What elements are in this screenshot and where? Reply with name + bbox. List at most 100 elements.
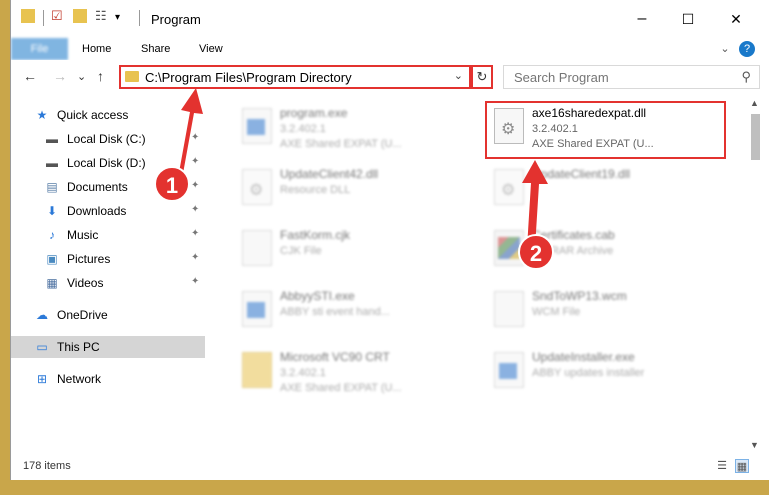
minimize-button[interactable]: – — [619, 0, 665, 38]
folder-icon — [125, 71, 139, 82]
file-item[interactable]: Certificates.cab WinRAR Archive — [478, 222, 718, 278]
file-item[interactable]: ⚙ UpdateClient19.dll — [478, 161, 718, 217]
sidebar-item-label: Local Disk (D:) — [67, 156, 146, 170]
network-icon: ⊞ — [36, 372, 48, 386]
file-item[interactable]: Microsoft VC90 CRT 3.2.402.1 AXE Shared EX… — [226, 344, 466, 400]
sidebar-item-network[interactable]: ⊞ Network — [11, 368, 205, 390]
pin-icon[interactable]: ✦ — [191, 132, 199, 143]
file-name: SndToWP13.wcm — [532, 289, 627, 303]
file-item[interactable]: AbbyySTI.exe ABBY sti event hand... — [226, 283, 466, 339]
file-item[interactable]: FastKorm.cjk CJK File — [226, 222, 466, 278]
scroll-down-icon[interactable]: ▼ — [750, 440, 759, 450]
file-item[interactable]: UpdateInstaller.exe ABBY updates installe… — [478, 344, 718, 400]
navigation-pane: ★ Quick access ▬ Local Disk (C:) ✦ ▬ Local Dis… — [11, 94, 205, 454]
sidebar-item-this-pc[interactable]: ▭ This PC — [11, 336, 205, 358]
details-view-icon[interactable]: ☰ — [715, 459, 729, 473]
forward-button[interactable]: → — [53, 68, 67, 84]
expand-ribbon-icon[interactable]: ⌄ — [717, 41, 733, 57]
file-name: FastKorm.cjk — [280, 228, 351, 242]
tab-home[interactable]: Home — [82, 38, 111, 60]
sidebar-item-onedrive[interactable]: ☁ OneDrive — [11, 304, 205, 326]
download-icon: ⬇ — [46, 204, 58, 218]
documents-icon: ▤ — [46, 180, 58, 194]
explorer-window: ☑ ☷ ▾ Program – ☐ ✕ File Home Share View… — [10, 0, 769, 480]
file-detail-2: ABBY sti event hand... — [280, 306, 390, 318]
tab-view[interactable]: View — [199, 38, 223, 60]
pin-icon[interactable]: ✦ — [191, 252, 199, 263]
file-detail-2: 3.2.402.1 — [280, 123, 326, 135]
pin-icon[interactable]: ✦ — [191, 180, 199, 191]
file-detail-2: Resource DLL — [280, 184, 351, 196]
pin-icon[interactable]: ✦ — [191, 156, 199, 167]
gear-icon: ⚙ — [249, 182, 264, 199]
recent-locations-button[interactable]: ⌄ — [77, 70, 86, 83]
address-dropdown-icon[interactable]: ⌄ — [454, 69, 463, 82]
file-item[interactable]: SndToWP13.wcm WCM File — [478, 283, 718, 339]
sidebar-item-quick-access[interactable]: ★ Quick access — [11, 104, 205, 126]
customize-toolbar-button[interactable]: ▾ — [115, 12, 120, 23]
scroll-up-icon[interactable]: ▲ — [750, 98, 759, 108]
address-path[interactable]: C:\Program Files\Program Directory — [145, 70, 352, 85]
rename-icon[interactable]: ☷ — [95, 8, 107, 24]
sidebar-item-videos[interactable]: ▦ Videos ✦ — [11, 272, 205, 294]
file-icon — [494, 291, 524, 327]
ribbon-tabs: File Home Share View ⌄ ? — [11, 38, 769, 61]
file-detail-2: 3.2.402.1 — [280, 367, 326, 379]
new-folder-icon[interactable] — [73, 9, 87, 23]
properties-icon[interactable]: ☑ — [51, 8, 63, 24]
status-bar: 178 items ☰ ▦ — [11, 454, 769, 480]
step-badge-1: 1 — [154, 166, 190, 202]
close-button[interactable]: ✕ — [713, 0, 759, 38]
title-bar: ☑ ☷ ▾ Program – ☐ ✕ — [11, 0, 769, 38]
gear-icon: ⚙ — [501, 182, 516, 199]
file-detail-2: ABBY updates installer — [532, 367, 645, 379]
file-detail-3: AXE Shared EXPAT (U... — [280, 138, 402, 150]
window-title: Program — [151, 12, 201, 27]
sidebar-item-music[interactable]: ♪ Music ✦ — [11, 224, 205, 246]
up-button[interactable]: ↑ — [97, 68, 104, 84]
back-button[interactable]: ← — [23, 68, 37, 84]
tab-file[interactable]: File — [11, 38, 68, 60]
pin-icon[interactable]: ✦ — [191, 228, 199, 239]
drive-icon: ▬ — [46, 132, 58, 146]
folder-icon — [21, 9, 35, 23]
file-name: UpdateClient19.dll — [532, 167, 631, 181]
sidebar-item-label: Quick access — [57, 108, 129, 122]
file-name: AbbyySTI.exe — [280, 289, 355, 303]
toolbar-divider — [43, 10, 44, 26]
pictures-icon: ▣ — [46, 252, 58, 266]
sidebar-item-pictures[interactable]: ▣ Pictures ✦ — [11, 248, 205, 270]
folder-icon — [242, 352, 272, 388]
search-input[interactable] — [512, 69, 726, 86]
address-bar[interactable]: C:\Program Files\Program Directory ⌄ — [119, 65, 471, 89]
sidebar-item-downloads[interactable]: ⬇ Downloads ✦ — [11, 200, 205, 222]
scrollbar-thumb[interactable] — [751, 114, 760, 160]
dll-gear-icon: ⚙ — [494, 169, 524, 205]
refresh-button[interactable]: ↻ — [471, 65, 493, 89]
computer-icon: ▭ — [36, 340, 48, 354]
sidebar-item-label: OneDrive — [57, 308, 108, 322]
dll-gear-icon: ⚙ — [242, 169, 272, 205]
file-name: UpdateClient42.dll — [280, 167, 379, 181]
search-box[interactable]: ⚲ — [503, 65, 760, 89]
exe-icon — [242, 108, 272, 144]
file-detail-3: AXE Shared EXPAT (U... — [280, 382, 402, 394]
sidebar-item-label: This PC — [57, 340, 100, 354]
file-item[interactable]: ⚙ UpdateClient42.dll Resource DLL — [226, 161, 466, 217]
sidebar-item-label: Local Disk (C:) — [67, 132, 146, 146]
tiles-view-icon[interactable]: ▦ — [735, 459, 749, 473]
vertical-scrollbar[interactable]: ▲ ▼ — [746, 94, 763, 454]
pin-icon[interactable]: ✦ — [191, 204, 199, 215]
sidebar-item-local-disk-c[interactable]: ▬ Local Disk (C:) ✦ — [11, 128, 205, 150]
help-icon[interactable]: ? — [739, 41, 755, 57]
music-icon: ♪ — [49, 228, 55, 242]
file-item[interactable]: program.exe 3.2.402.1 AXE Shared EXPAT (U.… — [226, 100, 466, 156]
exe-icon — [242, 291, 272, 327]
sidebar-item-label: Pictures — [67, 252, 111, 266]
tab-share[interactable]: Share — [141, 38, 170, 60]
sidebar-item-label: Network — [57, 372, 102, 386]
maximize-button[interactable]: ☐ — [665, 0, 711, 38]
drive-icon: ▬ — [46, 156, 58, 170]
file-name: UpdateInstaller.exe — [532, 350, 635, 364]
pin-icon[interactable]: ✦ — [191, 276, 199, 287]
